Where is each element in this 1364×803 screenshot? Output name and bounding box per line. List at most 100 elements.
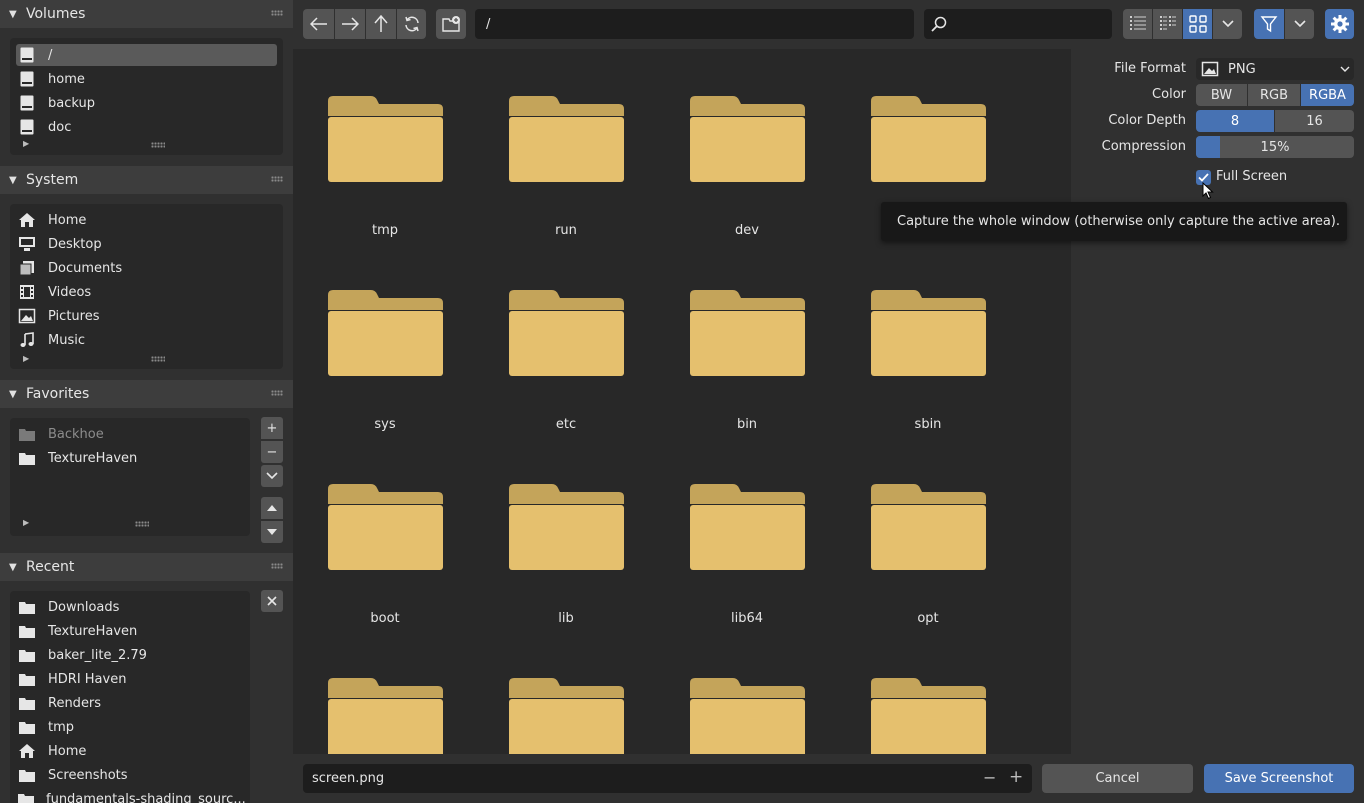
favorite-item-texturehaven[interactable]: TextureHaven [16, 447, 244, 469]
recent-item[interactable]: TextureHaven [16, 620, 244, 642]
recent-item[interactable]: Home [16, 740, 244, 762]
drag-grip-icon[interactable] [271, 563, 283, 569]
color-rgba-option[interactable]: RGBA [1301, 84, 1354, 106]
back-button[interactable] [303, 9, 334, 39]
color-bw-option[interactable]: BW [1196, 84, 1247, 106]
save-screenshot-button[interactable]: Save Screenshot [1204, 764, 1354, 793]
resize-grip-icon[interactable] [135, 521, 149, 527]
favorite-label: Backhoe [48, 426, 104, 442]
folder-item[interactable]: tmp [293, 49, 453, 239]
expand-triangle-icon[interactable]: ▶ [23, 354, 29, 363]
expand-triangle-icon[interactable]: ▶ [23, 518, 29, 527]
folder-item[interactable]: lib64 [655, 437, 815, 627]
favorite-item-backhoe[interactable]: Backhoe [16, 423, 244, 445]
chevron-down-icon [1293, 20, 1306, 28]
color-depth-16-option[interactable]: 16 [1275, 110, 1354, 132]
sidebar: ▼ Volumes / home backup doc ▶ ▼ System H… [0, 0, 293, 803]
filter-options-dropdown[interactable] [1285, 9, 1314, 39]
new-folder-button[interactable] [436, 9, 466, 39]
file-format-dropdown[interactable]: PNG [1196, 58, 1354, 80]
remove-favorite-button[interactable]: − [261, 441, 283, 463]
color-depth-8-option[interactable]: 8 [1196, 110, 1274, 132]
parent-directory-button[interactable] [366, 9, 396, 39]
volume-item-backup[interactable]: backup [16, 92, 277, 114]
folder-item[interactable] [474, 631, 634, 754]
recent-label: Renders [48, 695, 102, 711]
system-panel-header[interactable]: ▼ System [0, 166, 293, 194]
display-vertical-list-button[interactable] [1123, 9, 1152, 39]
resize-grip-icon[interactable] [151, 356, 165, 362]
recent-item[interactable]: Downloads [16, 596, 244, 618]
recent-panel-header[interactable]: ▼ Recent [0, 553, 293, 581]
collapse-triangle-icon[interactable]: ▼ [9, 562, 19, 573]
clear-recent-button[interactable] [261, 590, 283, 612]
system-item-pictures[interactable]: Pictures [16, 305, 277, 327]
system-item-desktop[interactable]: Desktop [16, 233, 277, 255]
compression-value: 15% [1260, 139, 1290, 155]
folder-item[interactable]: sbin [836, 243, 996, 433]
display-thumbnails-button[interactable] [1183, 9, 1212, 39]
recent-item[interactable]: HDRI Haven [16, 668, 244, 690]
folder-item[interactable]: sys [293, 243, 453, 433]
favorites-menu-button[interactable] [261, 465, 283, 487]
volume-item-doc[interactable]: doc [16, 116, 277, 138]
system-item-home[interactable]: Home [16, 209, 277, 231]
recent-item[interactable]: Screenshots [16, 764, 244, 786]
move-down-button[interactable] [261, 521, 283, 543]
favorite-label: TextureHaven [48, 450, 138, 466]
folder-item[interactable]: opt [836, 437, 996, 627]
folder-item[interactable]: lib [474, 437, 634, 627]
filter-toggle-button[interactable] [1254, 9, 1284, 39]
filename-field[interactable]: screen.png [303, 764, 1032, 793]
system-item-music[interactable]: Music [16, 329, 277, 351]
expand-triangle-icon[interactable]: ▶ [23, 139, 29, 148]
drag-grip-icon[interactable] [271, 10, 283, 16]
volume-item-home[interactable]: home [16, 68, 277, 90]
close-icon [267, 596, 277, 606]
add-favorite-button[interactable]: + [261, 417, 283, 439]
recent-item[interactable]: tmp [16, 716, 244, 738]
favorites-panel-header[interactable]: ▼ Favorites [0, 380, 293, 408]
folder-item[interactable] [293, 631, 453, 754]
collapse-triangle-icon[interactable]: ▼ [9, 175, 19, 186]
directory-path-field[interactable]: / [475, 9, 914, 39]
system-item-documents[interactable]: Documents [16, 257, 277, 279]
display-horizontal-list-button[interactable] [1153, 9, 1182, 39]
increment-filename-button[interactable]: + [1009, 767, 1023, 787]
search-field[interactable] [924, 9, 1112, 39]
folder-icon [17, 621, 37, 641]
drag-grip-icon[interactable] [271, 390, 283, 396]
settings-toggle-button[interactable] [1325, 9, 1354, 39]
folder-item[interactable]: dev [655, 49, 815, 239]
resize-grip-icon[interactable] [151, 142, 165, 148]
color-depth-label: Color Depth [1108, 113, 1186, 128]
drag-grip-icon[interactable] [271, 176, 283, 182]
volume-label: backup [48, 95, 95, 111]
recent-item[interactable]: Renders [16, 692, 244, 714]
compression-slider[interactable]: 15% [1196, 136, 1354, 158]
folder-item[interactable] [655, 631, 815, 754]
recent-item[interactable]: baker_lite_2.79 [16, 644, 244, 666]
volume-item-root[interactable]: / [16, 44, 277, 66]
folder-item[interactable] [836, 631, 996, 754]
display-options-dropdown[interactable] [1213, 9, 1242, 39]
forward-button[interactable] [335, 9, 365, 39]
folder-icon [690, 678, 805, 754]
folder-item[interactable]: run [474, 49, 634, 239]
system-item-videos[interactable]: Videos [16, 281, 277, 303]
recent-item[interactable]: fundamentals-shading_sourc... [16, 788, 246, 803]
collapse-triangle-icon[interactable]: ▼ [9, 389, 19, 400]
color-rgb-option[interactable]: RGB [1248, 84, 1300, 106]
full-screen-label[interactable]: Full Screen [1216, 169, 1287, 184]
collapse-triangle-icon[interactable]: ▼ [9, 9, 19, 20]
move-up-button[interactable] [261, 497, 283, 519]
refresh-button[interactable] [397, 9, 426, 39]
folder-item[interactable]: etc [474, 243, 634, 433]
decrement-filename-button[interactable]: − [983, 768, 996, 787]
folder-item[interactable]: boot [293, 437, 453, 627]
folder-item[interactable]: bin [655, 243, 815, 433]
cancel-button[interactable]: Cancel [1042, 764, 1193, 793]
color-label: Color [1152, 87, 1186, 102]
file-browser-area[interactable]: tmp run dev sys etc bin sbin boot lib li… [293, 49, 1071, 754]
volumes-panel-header[interactable]: ▼ Volumes [0, 0, 293, 28]
